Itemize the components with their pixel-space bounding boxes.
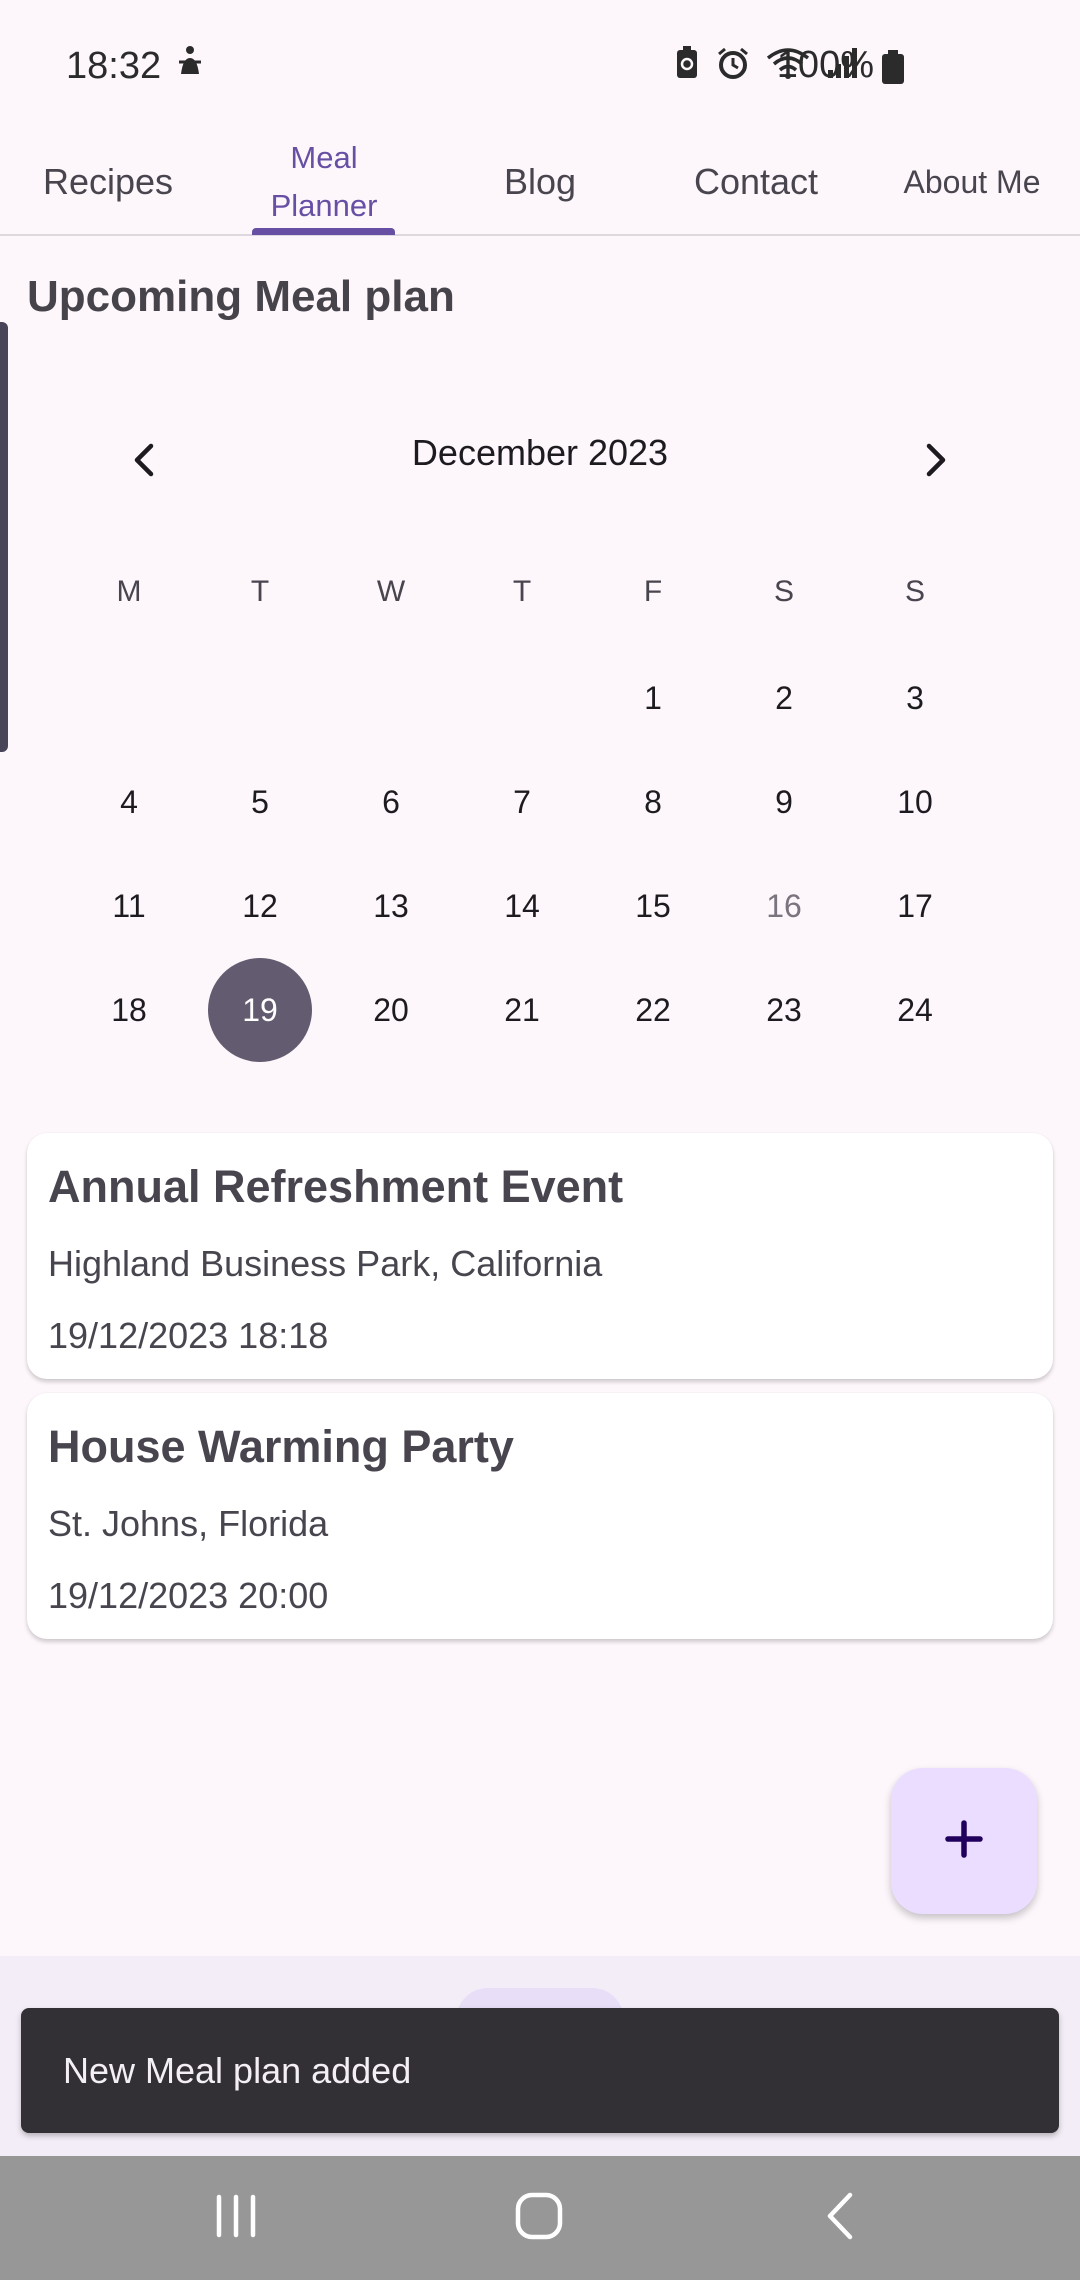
status-time: 18:32 bbox=[66, 44, 162, 87]
calendar-day[interactable]: 18 bbox=[77, 958, 181, 1062]
weekday-label: M bbox=[116, 575, 142, 608]
calendar-day-selected[interactable]: 19 bbox=[208, 958, 312, 1062]
meal-plan-card[interactable]: Annual Refreshment Event Highland Busine… bbox=[27, 1133, 1053, 1379]
meal-plan-datetime: 19/12/2023 20:00 bbox=[48, 1575, 329, 1616]
alarm-icon bbox=[716, 46, 750, 85]
weekday-label: W bbox=[376, 575, 406, 608]
recent-apps-button[interactable] bbox=[196, 2178, 276, 2258]
page-title: Upcoming Meal plan bbox=[27, 272, 455, 321]
meal-plan-datetime: 19/12/2023 18:18 bbox=[48, 1315, 329, 1356]
tab-about-me[interactable]: About Me bbox=[864, 130, 1080, 234]
calendar-day[interactable]: 5 bbox=[208, 750, 312, 854]
home-button[interactable] bbox=[499, 2178, 579, 2258]
accessibility-icon bbox=[175, 44, 205, 88]
side-panel-handle[interactable] bbox=[0, 322, 8, 752]
recent-apps-icon bbox=[211, 2193, 261, 2244]
tab-recipes-label: Recipes bbox=[42, 161, 174, 202]
tab-meal-planner[interactable]: Meal Planner bbox=[216, 130, 432, 234]
calendar-day[interactable]: 23 bbox=[732, 958, 836, 1062]
calendar-day[interactable]: 20 bbox=[339, 958, 443, 1062]
status-time-group: 18:32 bbox=[66, 44, 205, 88]
calendar-day[interactable]: 6 bbox=[339, 750, 443, 854]
plus-icon bbox=[944, 1819, 984, 1864]
next-month-button[interactable] bbox=[908, 434, 964, 490]
calendar-day[interactable]: 2 bbox=[732, 646, 836, 750]
tab-contact-label: Contact bbox=[693, 161, 819, 202]
calendar-day[interactable]: 17 bbox=[863, 854, 967, 958]
calendar-day[interactable]: 10 bbox=[863, 750, 967, 854]
calendar-day[interactable]: 15 bbox=[601, 854, 705, 958]
status-bar: 18:32 100% bbox=[0, 0, 1080, 130]
calendar-day[interactable]: 4 bbox=[77, 750, 181, 854]
calendar-day[interactable]: 7 bbox=[470, 750, 574, 854]
home-icon bbox=[514, 2191, 564, 2246]
calendar-day[interactable]: 21 bbox=[470, 958, 574, 1062]
weekday-label: T bbox=[512, 575, 532, 608]
tab-recipes[interactable]: Recipes bbox=[0, 130, 216, 234]
tab-meal-planner-label-line2: Planner bbox=[270, 188, 378, 223]
meal-plan-card[interactable]: House Warming Party St. Johns, Florida 1… bbox=[27, 1393, 1053, 1639]
tab-contact[interactable]: Contact bbox=[648, 130, 864, 234]
meal-plan-location: St. Johns, Florida bbox=[48, 1503, 329, 1544]
tab-meal-planner-label-line1: Meal bbox=[290, 140, 358, 175]
meal-plan-title: House Warming Party bbox=[48, 1421, 514, 1472]
add-meal-plan-button[interactable] bbox=[891, 1768, 1037, 1914]
calendar-day[interactable]: 3 bbox=[863, 646, 967, 750]
weekday-label: S bbox=[904, 575, 925, 608]
battery-percentage: 100% bbox=[776, 44, 874, 86]
calendar-day[interactable]: 14 bbox=[470, 854, 574, 958]
calendar-day[interactable]: 1 bbox=[601, 646, 705, 750]
chevron-right-icon bbox=[921, 442, 951, 483]
calendar-day[interactable]: 12 bbox=[208, 854, 312, 958]
snackbar-message: New Meal plan added bbox=[63, 2050, 412, 2091]
calendar-day[interactable]: 9 bbox=[732, 750, 836, 854]
meal-plan-title: Annual Refreshment Event bbox=[48, 1161, 624, 1212]
weekday-label: T bbox=[250, 575, 270, 608]
calendar-day[interactable]: 11 bbox=[77, 854, 181, 958]
weekday-label: S bbox=[773, 575, 794, 608]
weekday-label: F bbox=[643, 575, 663, 608]
tab-blog-label: Blog bbox=[503, 161, 577, 202]
back-icon bbox=[822, 2191, 858, 2246]
battery-icon bbox=[882, 50, 904, 84]
meal-plan-location: Highland Business Park, California bbox=[48, 1243, 603, 1284]
snackbar: New Meal plan added bbox=[21, 2008, 1059, 2133]
system-navigation-bar bbox=[0, 2156, 1080, 2280]
calendar-day[interactable]: 13 bbox=[339, 854, 443, 958]
calendar-day[interactable]: 24 bbox=[863, 958, 967, 1062]
top-tab-bar: Recipes Meal Planner Blog Contact About … bbox=[0, 130, 1080, 236]
calendar-day[interactable]: 22 bbox=[601, 958, 705, 1062]
tab-about-me-label: About Me bbox=[903, 163, 1041, 200]
tab-blog[interactable]: Blog bbox=[432, 130, 648, 234]
battery-saver-icon bbox=[674, 46, 700, 85]
calendar-day[interactable]: 16 bbox=[732, 854, 836, 958]
active-tab-indicator bbox=[252, 228, 395, 235]
calendar-day[interactable]: 8 bbox=[601, 750, 705, 854]
back-button[interactable] bbox=[800, 2178, 880, 2258]
